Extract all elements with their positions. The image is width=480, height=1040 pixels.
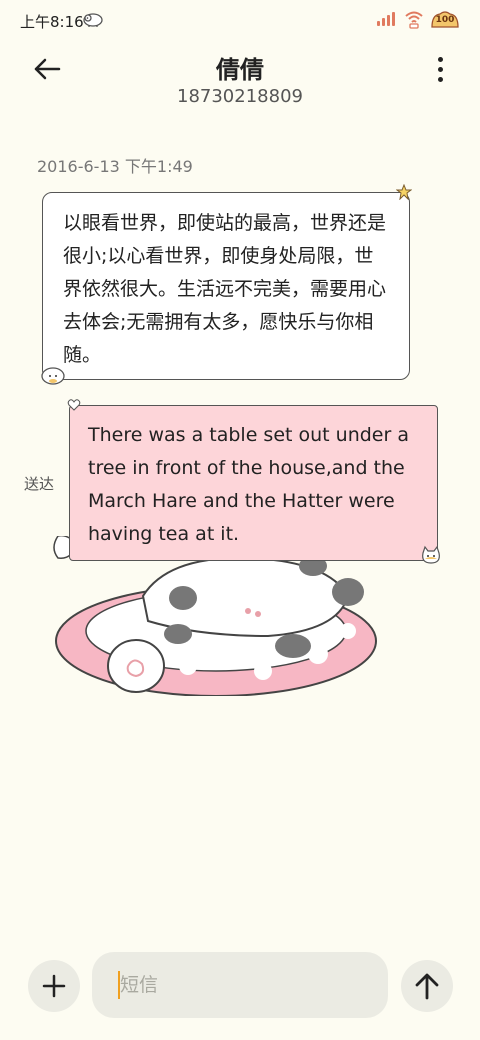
- cat-sticker-icon: [422, 545, 440, 564]
- battery-level: 100: [435, 15, 455, 25]
- status-time: 上午8:16: [20, 13, 84, 31]
- conversation-header: 倩倩 18730218809: [0, 44, 480, 114]
- incoming-message-bubble[interactable]: 以眼看世界，即使站的最高，世界还是很小;以心看世界，即使身处局限，世界依然很大。…: [42, 192, 410, 380]
- contact-name: 倩倩: [216, 56, 264, 84]
- heart-sticker-icon: [67, 399, 81, 411]
- incoming-message-text: 以眼看世界，即使站的最高，世界还是很小;以心看世界，即使身处局限，世界依然很大。…: [63, 212, 387, 366]
- status-bar: 上午8:16 100: [0, 0, 480, 40]
- signal-icon: [377, 12, 395, 26]
- sent-status: 送达: [24, 475, 55, 493]
- attach-button[interactable]: [28, 960, 80, 1012]
- more-options-button[interactable]: [430, 54, 450, 84]
- text-caret: [118, 971, 120, 999]
- contact-phone-number: 18730218809: [177, 86, 303, 107]
- plus-icon: [42, 974, 66, 998]
- sheep-sticker-icon: [41, 367, 65, 385]
- send-button[interactable]: [401, 960, 453, 1012]
- star-sticker-icon: [396, 184, 412, 200]
- send-arrow-icon: [415, 973, 439, 1000]
- message-timestamp: 2016-6-13 下午1:49: [37, 157, 193, 176]
- sheep-icon: [83, 13, 103, 27]
- outgoing-message-bubble[interactable]: There was a table set out under a tree i…: [69, 405, 438, 561]
- battery-icon: 100: [430, 9, 460, 29]
- outgoing-message-text: There was a table set out under a tree i…: [88, 424, 409, 545]
- message-input[interactable]: [92, 952, 388, 1018]
- more-vertical-icon: [437, 56, 443, 62]
- wifi-icon: [405, 11, 423, 29]
- message-composer: [0, 950, 480, 1020]
